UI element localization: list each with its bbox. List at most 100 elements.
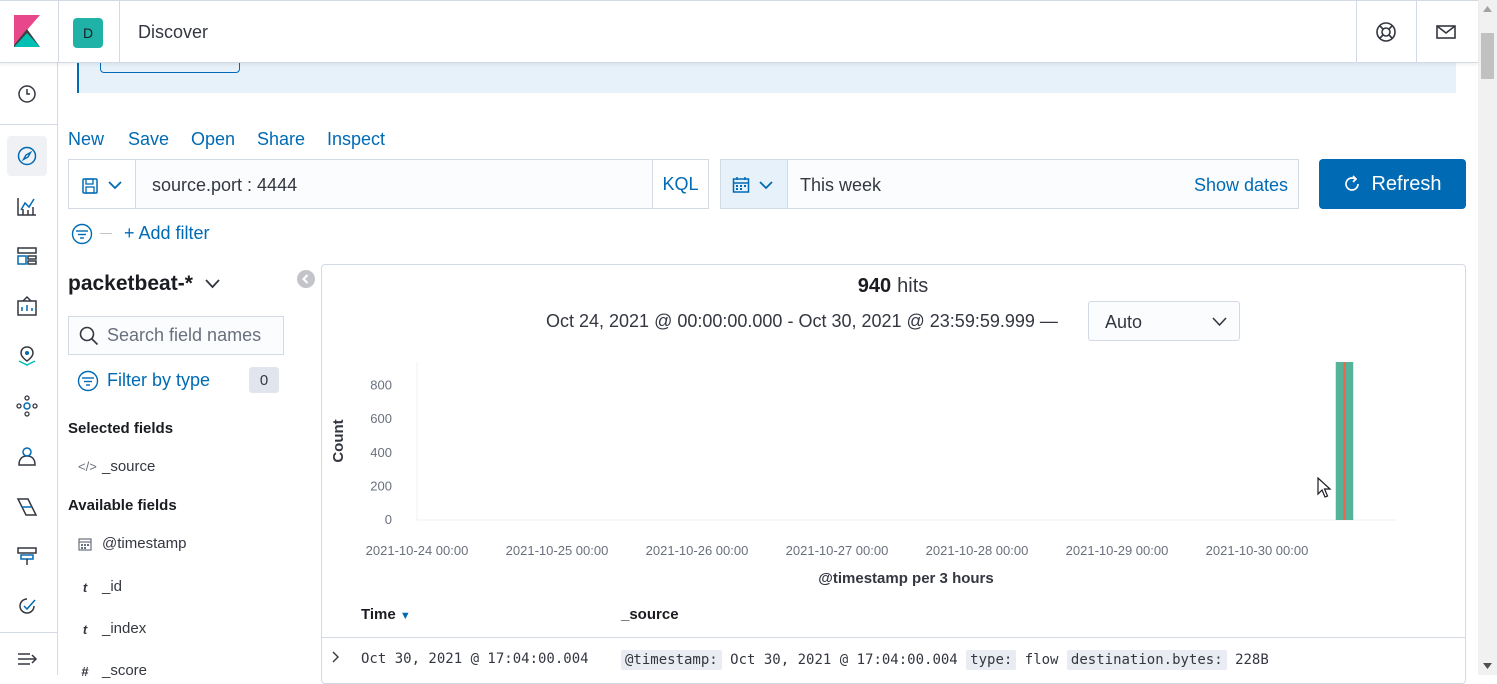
info-callout	[77, 63, 1456, 93]
visualize-icon[interactable]	[16, 195, 38, 217]
field-search[interactable]	[68, 316, 284, 355]
chevron-down-icon	[1212, 317, 1227, 327]
scroll-up-icon[interactable]	[1483, 6, 1492, 12]
y-axis-title: Count	[330, 419, 347, 462]
help-icon[interactable]	[1375, 21, 1397, 43]
y-tick-label: 200	[370, 478, 392, 493]
menu-share[interactable]: Share	[257, 129, 305, 150]
source-key: type:	[966, 650, 1017, 670]
sort-down-icon[interactable]: ▼	[400, 610, 411, 622]
source-value: 228B	[1235, 652, 1269, 668]
available-fields-title: Available fields	[68, 497, 177, 514]
x-tick-label: 2021-10-24 00:00	[366, 543, 469, 558]
apm-icon[interactable]	[16, 495, 38, 517]
header-divider	[58, 1, 59, 63]
field-item[interactable]: _score	[102, 662, 147, 679]
column-header-source: _source	[621, 606, 679, 623]
monitoring-icon[interactable]	[16, 595, 38, 617]
string-type-icon: t	[82, 622, 88, 637]
expand-row-icon[interactable]	[331, 651, 341, 663]
query-language-button[interactable]: KQL	[652, 160, 708, 208]
results-date-range: Oct 24, 2021 @ 00:00:00.000 - Oct 30, 20…	[546, 311, 1058, 331]
field-item[interactable]: @timestamp	[102, 535, 186, 552]
kibana-logo-icon[interactable]	[14, 15, 40, 47]
row-time: Oct 30, 2021 @ 17:04:00.004	[361, 651, 589, 667]
space-avatar[interactable]: D	[73, 18, 103, 48]
number-type-icon: #	[81, 664, 89, 679]
date-range-value[interactable]: This week	[800, 175, 881, 196]
date-picker[interactable]: This week Show dates	[720, 159, 1299, 209]
scrollbar-thumb[interactable]	[1481, 33, 1494, 79]
code-icon: </>	[78, 459, 97, 474]
calendar-icon	[78, 538, 92, 551]
siem-icon[interactable]	[16, 445, 38, 467]
search-field-names-input[interactable]	[107, 325, 277, 346]
refresh-icon	[1345, 175, 1360, 191]
discover-compass-icon[interactable]	[16, 145, 38, 167]
header-divider	[119, 1, 120, 63]
menu-open[interactable]: Open	[191, 129, 235, 150]
add-filter-button[interactable]: + Add filter	[124, 223, 210, 244]
selected-fields-title: Selected fields	[68, 420, 174, 437]
hits-count: 940	[857, 275, 892, 297]
saved-query-button[interactable]	[69, 160, 136, 208]
refresh-label: Refresh	[1371, 172, 1442, 195]
interval-value: Auto	[1105, 312, 1143, 332]
interval-select[interactable]: Auto	[1088, 301, 1240, 341]
filter-separator	[100, 233, 112, 234]
time-header-label: Time	[361, 606, 396, 623]
query-bar[interactable]: source.port : 4444 KQL	[68, 159, 709, 209]
field-item[interactable]: _index	[102, 620, 146, 637]
header-divider	[1416, 1, 1417, 63]
show-dates-link[interactable]: Show dates	[1194, 175, 1288, 196]
y-tick-label: 600	[370, 411, 392, 426]
hits-summary: 940 hits	[0, 275, 1497, 298]
query-input[interactable]: source.port : 4444	[152, 175, 297, 196]
source-key: destination.bytes:	[1066, 650, 1227, 670]
x-axis-title: @timestamp per 3 hours	[818, 570, 994, 587]
collapse-nav-icon[interactable]	[16, 648, 38, 670]
quick-date-menu-button[interactable]	[721, 160, 788, 208]
y-tick-label: 0	[385, 512, 392, 527]
menu-inspect[interactable]: Inspect	[327, 129, 385, 150]
source-value: Oct 30, 2021 @ 17:04:00.004	[730, 652, 958, 668]
recent-icon[interactable]	[16, 83, 38, 105]
filter-by-type-button[interactable]: Filter by type	[107, 370, 210, 391]
scroll-down-icon[interactable]	[1483, 663, 1492, 669]
page-scrollbar[interactable]	[1478, 0, 1497, 675]
dashboard-icon[interactable]	[16, 245, 38, 267]
menu-save[interactable]: Save	[128, 129, 169, 150]
header-divider	[1356, 1, 1357, 63]
y-tick-label: 800	[370, 378, 392, 393]
field-item[interactable]: _source	[102, 458, 155, 475]
refresh-button[interactable]: Refresh	[1319, 159, 1466, 209]
maps-icon[interactable]	[16, 345, 38, 367]
x-tick-label: 2021-10-28 00:00	[926, 543, 1029, 558]
filter-count-badge: 0	[249, 367, 279, 393]
source-key: @timestamp:	[621, 650, 722, 670]
calendar-icon	[732, 177, 750, 193]
table-divider	[321, 637, 1466, 638]
nav-divider	[0, 632, 58, 633]
page-title: Discover	[138, 22, 209, 42]
canvas-icon[interactable]	[16, 295, 38, 317]
mail-icon[interactable]	[1435, 21, 1457, 43]
chevron-down-icon	[759, 181, 773, 190]
chevron-down-icon	[108, 181, 122, 190]
field-item[interactable]: _id	[102, 578, 122, 595]
ml-icon[interactable]	[16, 395, 38, 417]
x-tick-label: 2021-10-25 00:00	[506, 543, 609, 558]
x-tick-label: 2021-10-29 00:00	[1066, 543, 1169, 558]
source-value: flow	[1024, 652, 1059, 668]
mouse-cursor-icon	[1317, 477, 1332, 498]
uptime-icon[interactable]	[16, 545, 38, 567]
filter-options-icon[interactable]	[71, 223, 93, 245]
search-icon	[79, 326, 99, 346]
x-tick-label: 2021-10-26 00:00	[646, 543, 749, 558]
column-header-time[interactable]: Time ▼	[361, 606, 411, 623]
top-header: D Discover	[0, 0, 1478, 63]
nav-divider	[0, 124, 58, 125]
menu-new[interactable]: New	[68, 129, 104, 150]
string-type-icon: t	[82, 580, 88, 595]
filter-icon	[77, 370, 99, 392]
